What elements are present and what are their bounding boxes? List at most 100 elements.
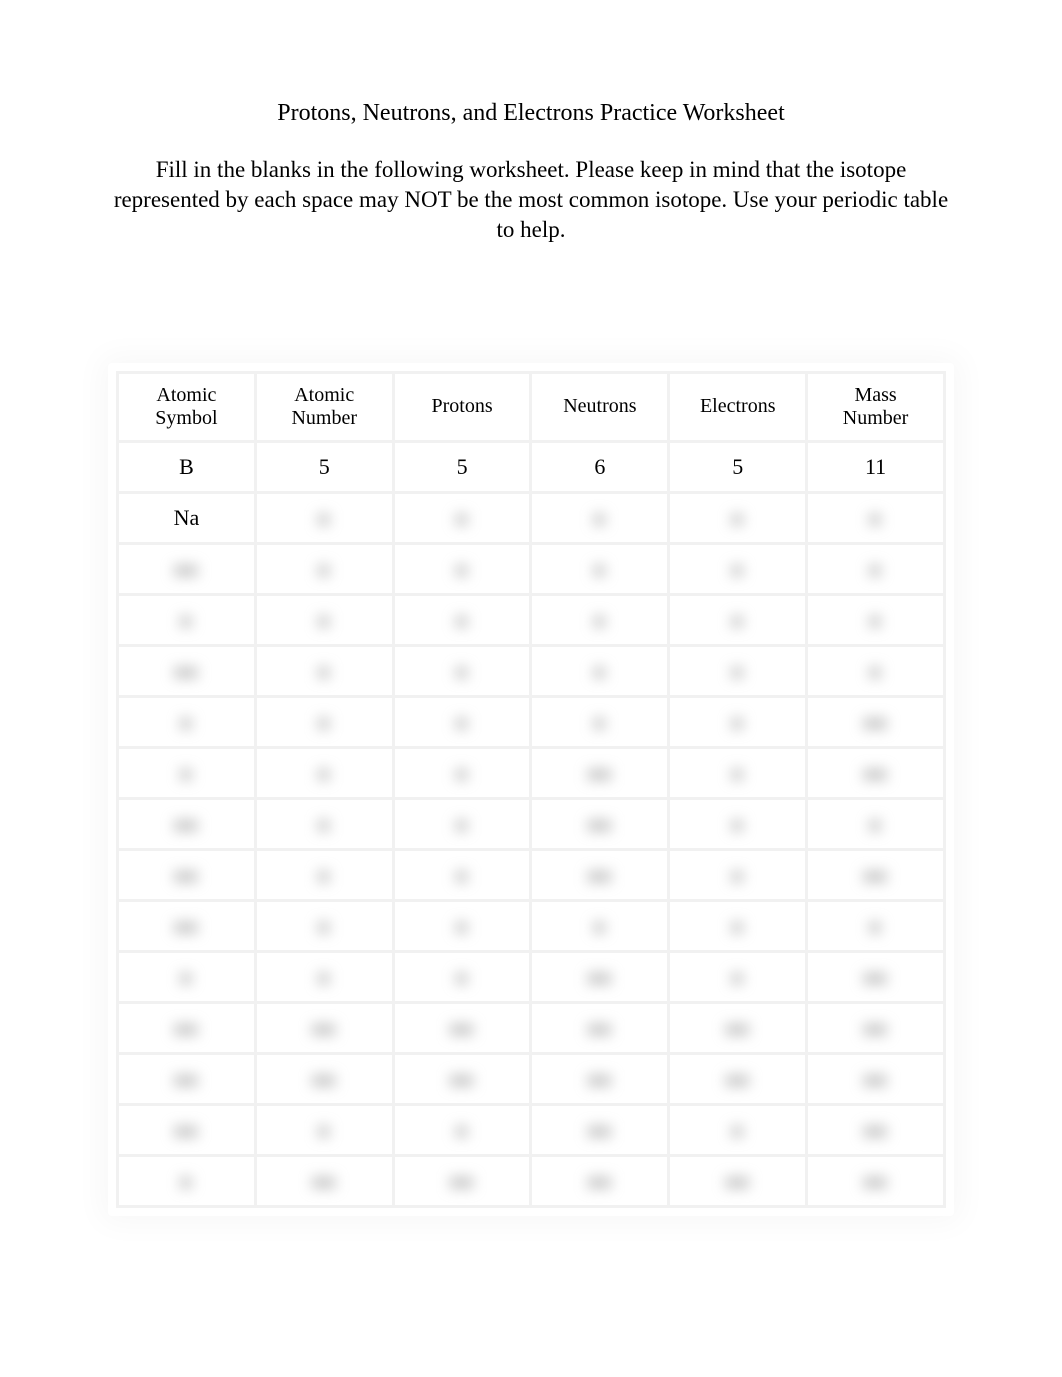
table-cell: ■	[119, 596, 254, 644]
obscured-value: ■	[318, 866, 330, 887]
obscured-value: ■■	[864, 764, 888, 785]
obscured-value: ■■	[450, 1070, 474, 1091]
table-row: ■■■■■■■■	[119, 953, 943, 1001]
obscured-value: ■	[732, 611, 744, 632]
obscured-value: ■■	[175, 866, 199, 887]
table-cell: ■■	[808, 953, 943, 1001]
table-cell: ■	[670, 953, 805, 1001]
table-body: B556511Na■■■■■■■■■■■■■■■■■■■■■■■■■■■■■■■…	[119, 443, 943, 1205]
table-cell: ■■	[808, 1055, 943, 1103]
table-cell: ■	[532, 494, 667, 542]
obscured-value: ■■	[312, 1019, 336, 1040]
obscured-value: ■■	[175, 560, 199, 581]
table-cell: ■	[670, 749, 805, 797]
obscured-value: ■	[732, 968, 744, 989]
table-cell: ■	[119, 1157, 254, 1205]
table-row: ■■■■■■■	[119, 902, 943, 950]
table-row: ■■■■■■■■■■■	[119, 1157, 943, 1205]
table-cell: ■	[395, 1106, 530, 1154]
table-cell: ■■	[257, 1157, 392, 1205]
obscured-value: ■■	[588, 1121, 612, 1142]
obscured-value: ■	[732, 560, 744, 581]
obscured-value: ■	[732, 509, 744, 530]
obscured-value: ■■	[175, 1121, 199, 1142]
table-cell: ■■	[808, 1157, 943, 1205]
table-row: B556511	[119, 443, 943, 491]
table-cell: ■■	[532, 851, 667, 899]
obscured-value: ■■	[588, 968, 612, 989]
table-cell: ■	[670, 596, 805, 644]
obscured-value: ■	[732, 713, 744, 734]
obscured-value: ■	[318, 560, 330, 581]
obscured-value: ■■	[864, 968, 888, 989]
obscured-value: ■■	[588, 1070, 612, 1091]
table-cell: ■■	[670, 1157, 805, 1205]
obscured-value: ■	[318, 815, 330, 836]
table-cell: ■	[808, 647, 943, 695]
obscured-value: ■	[456, 713, 468, 734]
table-cell: ■■	[395, 1004, 530, 1052]
obscured-value: ■■	[864, 1019, 888, 1040]
obscured-value: ■■	[864, 1070, 888, 1091]
header-mass-number: MassNumber	[808, 374, 943, 440]
table-cell: ■■	[808, 851, 943, 899]
obscured-value: ■■	[588, 815, 612, 836]
obscured-value: ■	[456, 1121, 468, 1142]
obscured-value: ■	[456, 764, 468, 785]
table-row: ■■■■■■■■■■■■	[119, 1055, 943, 1103]
table-cell: ■■	[532, 1106, 667, 1154]
obscured-value: ■■	[726, 1019, 750, 1040]
table-cell: ■	[532, 647, 667, 695]
table-cell: ■■	[119, 1004, 254, 1052]
table-row: ■■■■■■■■■	[119, 851, 943, 899]
table-cell: ■■	[808, 749, 943, 797]
obscured-value: ■■	[175, 1070, 199, 1091]
obscured-value: ■■	[864, 713, 888, 734]
table-cell: ■	[257, 902, 392, 950]
obscured-value: ■■	[864, 1121, 888, 1142]
obscured-value: ■	[732, 815, 744, 836]
obscured-value: ■■	[175, 917, 199, 938]
table-cell: ■	[670, 800, 805, 848]
obscured-value: ■■	[588, 1172, 612, 1193]
obscured-value: ■	[180, 968, 192, 989]
obscured-value: ■	[318, 917, 330, 938]
table-cell: ■■	[808, 1004, 943, 1052]
table-cell: ■	[808, 596, 943, 644]
obscured-value: ■	[180, 764, 192, 785]
table-cell: ■	[257, 749, 392, 797]
table-cell: ■■	[257, 1004, 392, 1052]
obscured-value: ■	[732, 764, 744, 785]
obscured-value: ■	[318, 713, 330, 734]
table-cell: ■	[670, 851, 805, 899]
table-cell: ■	[119, 749, 254, 797]
table-cell: ■■	[119, 1055, 254, 1103]
table-cell: ■	[257, 494, 392, 542]
header-atomic-symbol: AtomicSymbol	[119, 374, 254, 440]
table-cell: ■	[257, 596, 392, 644]
obscured-value: ■	[870, 560, 882, 581]
obscured-value: ■■	[450, 1019, 474, 1040]
obscured-value: ■■	[726, 1172, 750, 1193]
table-cell: 11	[808, 443, 943, 491]
obscured-value: ■	[318, 764, 330, 785]
table-cell: ■	[395, 545, 530, 593]
table-cell: ■■	[532, 749, 667, 797]
obscured-value: ■	[456, 611, 468, 632]
instructions-text: Fill in the blanks in the following work…	[110, 155, 952, 245]
obscured-value: ■■	[588, 764, 612, 785]
table-cell: 6	[532, 443, 667, 491]
table-cell: ■	[670, 902, 805, 950]
obscured-value: ■	[318, 509, 330, 530]
obscured-value: ■	[318, 1121, 330, 1142]
table-cell: 5	[670, 443, 805, 491]
table-cell: ■	[670, 1106, 805, 1154]
table-cell: ■	[532, 596, 667, 644]
obscured-value: ■	[870, 815, 882, 836]
table-cell: ■■	[395, 1055, 530, 1103]
table-cell: ■	[808, 800, 943, 848]
table-cell: ■	[670, 647, 805, 695]
table-cell: ■■	[119, 902, 254, 950]
table-cell: ■	[532, 902, 667, 950]
obscured-value: ■■	[450, 1172, 474, 1193]
